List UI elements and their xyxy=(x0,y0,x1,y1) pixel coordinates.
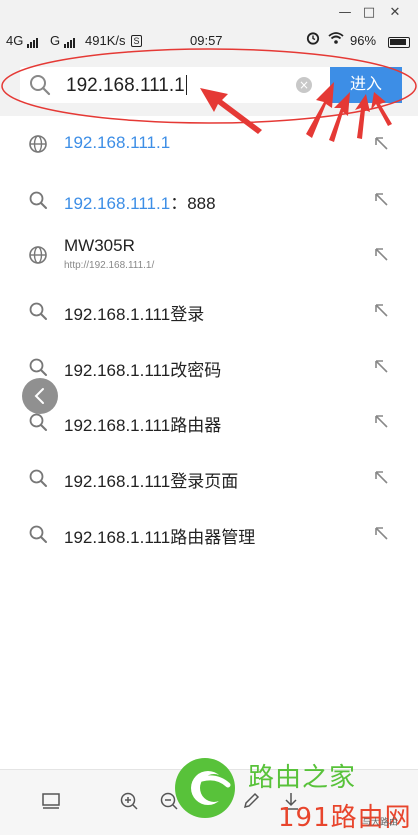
suggestion-item[interactable]: MW305R http://192.168.111.1/ xyxy=(0,227,418,283)
search-icon xyxy=(29,302,47,321)
clock: 09:57 xyxy=(190,33,223,48)
search-icon xyxy=(29,414,47,432)
search-icon xyxy=(29,525,47,543)
maximize-button[interactable]: □ xyxy=(360,4,378,22)
suggestion-text: 192.168.111.1 xyxy=(64,133,171,152)
suggestion-item[interactable]: 192.168.1.111改密码 xyxy=(0,339,418,395)
suggestion-text: 192.168.111.1：888 xyxy=(64,193,216,213)
minimize-button[interactable]: — xyxy=(336,4,354,22)
suggestion-item[interactable]: 192.168.1.111登录 xyxy=(0,283,418,339)
tabs-icon[interactable] xyxy=(40,790,62,812)
status-bar: 4G G 491K/s S 09:57 96% xyxy=(0,26,418,54)
search-icon xyxy=(29,358,47,376)
speed-badge: S xyxy=(131,32,142,47)
network-type-4g: 4G xyxy=(6,33,24,48)
search-icon xyxy=(29,191,47,209)
watermark-logo xyxy=(175,758,235,818)
battery-icon xyxy=(388,34,410,49)
network-type-g: G xyxy=(50,33,61,48)
suggestion-item[interactable]: 192.168.1.111路由器 xyxy=(0,394,418,450)
suggestion-item[interactable]: 192.168.111.1 xyxy=(0,116,418,172)
battery-percent: 96% xyxy=(350,33,377,48)
network-indicator-1: 4G xyxy=(6,33,39,48)
watermark-small-text: 与大路由 xyxy=(362,817,399,827)
suggestion-text: 192.168.1.111登录页面 xyxy=(64,472,239,492)
back-button[interactable] xyxy=(22,378,58,414)
signal-icon xyxy=(26,33,39,48)
suggestion-text: 192.168.1.111改密码 xyxy=(64,360,222,380)
wifi-icon xyxy=(328,31,344,48)
suggestion-text: 192.168.1.111路由器管理 xyxy=(64,527,256,547)
alarm-icon xyxy=(306,31,320,48)
close-button[interactable]: ✕ xyxy=(386,4,404,22)
fill-arrow-icon[interactable] xyxy=(372,190,390,208)
go-button[interactable]: 进入 xyxy=(330,67,402,103)
zoom-in-icon[interactable] xyxy=(118,790,140,812)
search-icon xyxy=(29,469,47,488)
suggestion-item[interactable]: 192.168.1.111路由器管理 xyxy=(0,506,418,562)
suggestion-url: http://192.168.111.1/ xyxy=(64,260,155,272)
signal-icon xyxy=(63,33,76,48)
suggestion-title: MW305R xyxy=(64,236,135,256)
globe-icon xyxy=(29,246,47,265)
chevron-left-icon xyxy=(34,388,44,404)
search-icon xyxy=(30,75,51,96)
address-input[interactable]: 192.168.111.1 × xyxy=(20,67,332,103)
network-speed: 491K/s xyxy=(85,33,126,48)
suggestion-item[interactable]: 192.168.1.111登录页面 xyxy=(0,450,418,506)
address-input-value[interactable]: 192.168.111.1 xyxy=(66,75,187,97)
fill-arrow-icon[interactable] xyxy=(372,245,390,263)
fill-arrow-icon[interactable] xyxy=(372,301,390,319)
clear-icon[interactable]: × xyxy=(296,77,312,93)
suggestion-text: 192.168.1.111路由器 xyxy=(64,416,222,436)
globe-icon xyxy=(29,135,47,153)
fill-arrow-icon[interactable] xyxy=(372,412,390,430)
suggestion-text: 192.168.1.111登录 xyxy=(64,305,205,325)
network-indicator-2: G xyxy=(50,33,76,48)
fill-arrow-icon[interactable] xyxy=(372,134,390,152)
fill-arrow-icon[interactable] xyxy=(372,524,390,542)
window-title-bar: — □ ✕ xyxy=(0,0,418,26)
suggestion-list: 192.168.111.1 192.168.111.1：888 MW305R h… xyxy=(0,116,418,562)
address-bar-row: 192.168.111.1 × 进入 xyxy=(0,54,418,116)
fill-arrow-icon[interactable] xyxy=(372,357,390,375)
watermark-title: 路由之家 xyxy=(248,763,357,793)
fill-arrow-icon[interactable] xyxy=(372,468,390,486)
suggestion-item[interactable]: 192.168.111.1：888 xyxy=(0,172,418,228)
